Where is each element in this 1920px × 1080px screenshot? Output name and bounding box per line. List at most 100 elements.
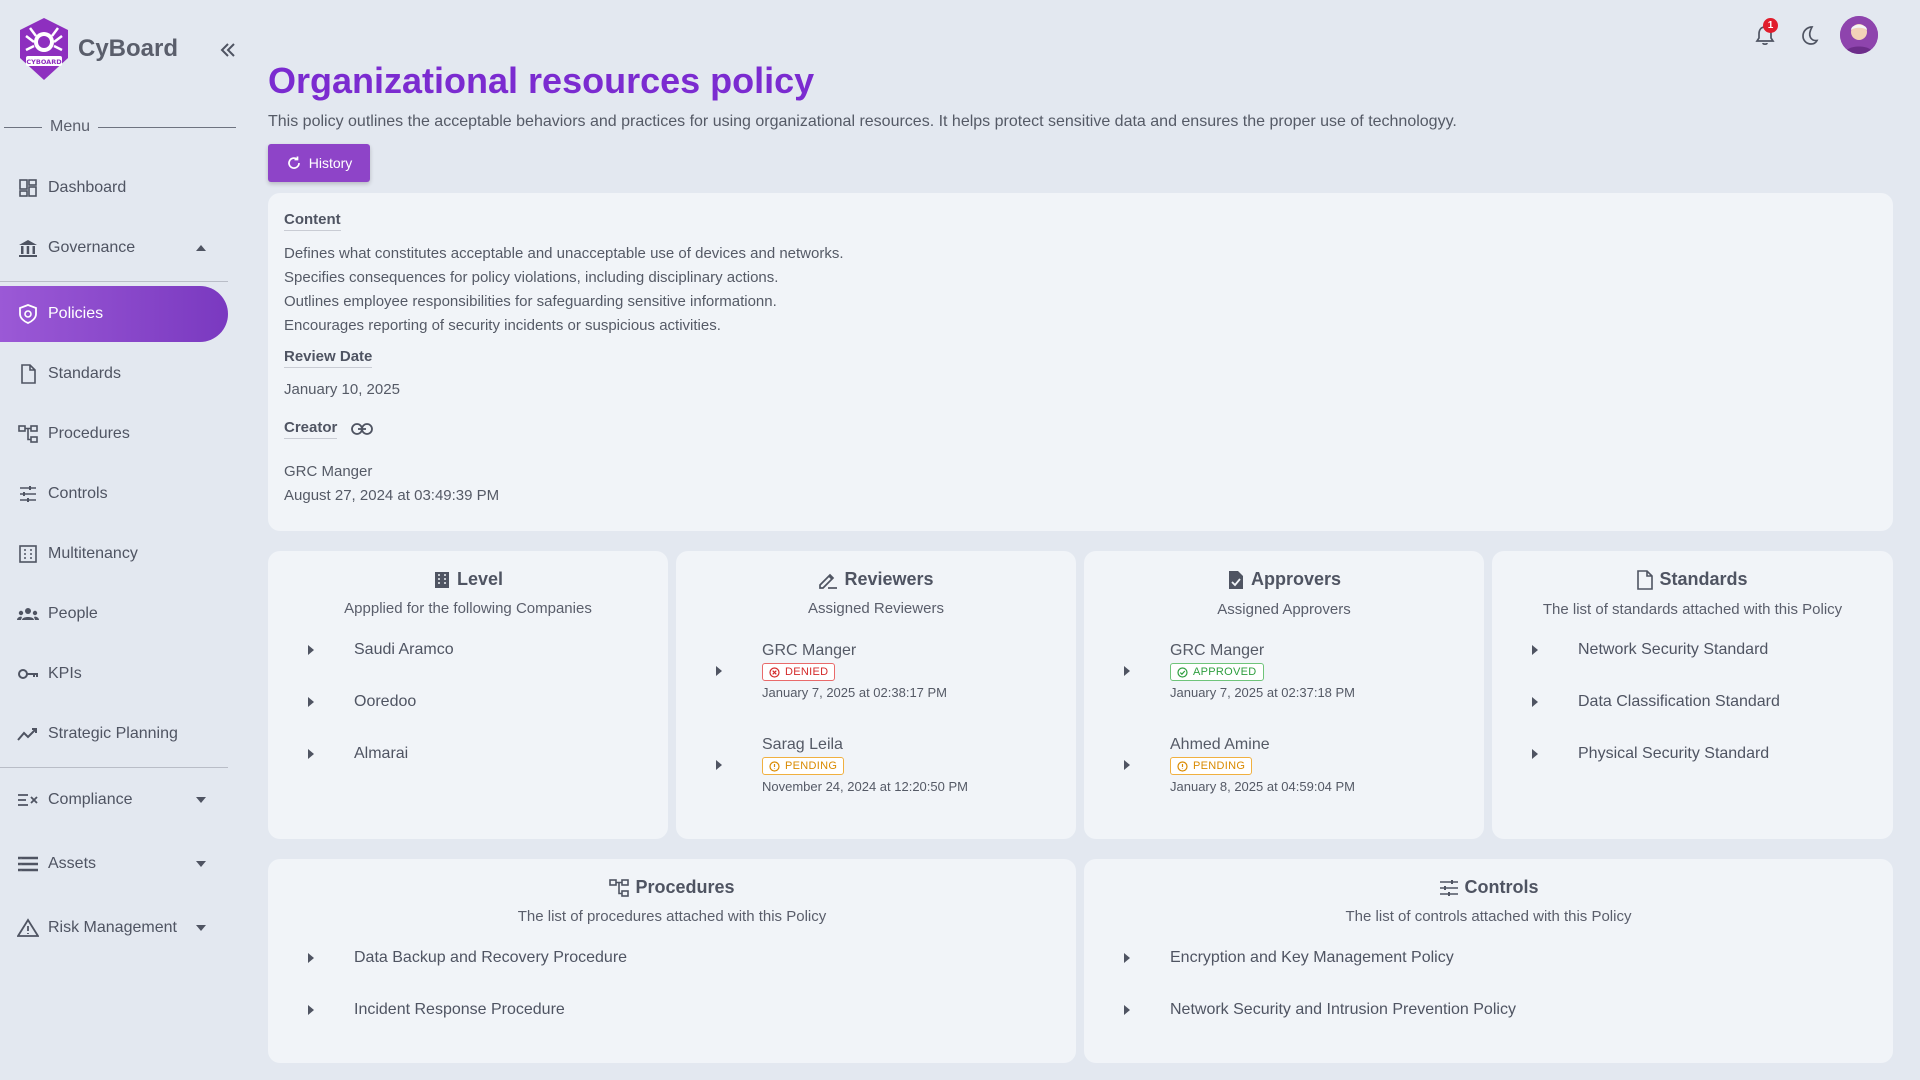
list-item[interactable]: Almarai (308, 745, 408, 763)
notifications-button[interactable]: 1 (1748, 18, 1782, 52)
tree-icon (16, 422, 40, 446)
reviewer-row[interactable]: GRC Manger DENIED January 7, 2025 at 02:… (716, 642, 947, 700)
sidebar-item-label: KPIs (48, 665, 82, 682)
sidebar-item-label: Compliance (48, 791, 133, 808)
list-item[interactable]: Incident Response Procedure (308, 1001, 565, 1019)
people-icon (16, 602, 40, 626)
status-badge: PENDING (1170, 757, 1253, 775)
collapse-sidebar-button[interactable] (216, 38, 240, 62)
sidebar-item-label: Governance (48, 239, 136, 256)
double-chevron-left-icon (220, 43, 235, 57)
reviewers-title: Reviewers (818, 569, 934, 590)
caret-right-icon (308, 697, 314, 707)
status-badge: APPROVED (1170, 663, 1264, 681)
pen-icon (819, 573, 838, 589)
level-subtitle: Appplied for the following Companies (344, 599, 592, 617)
sidebar-item-dashboard[interactable]: Dashboard (0, 160, 228, 216)
brand-name: CyBoard (78, 35, 179, 62)
menu-divider: Menu (4, 118, 236, 136)
list-item[interactable]: Ooredoo (308, 693, 416, 711)
sidebar-item-assets[interactable]: Assets (0, 836, 228, 892)
approver-row[interactable]: Ahmed Amine PENDING January 8, 2025 at 0… (1124, 736, 1355, 794)
sidebar-item-strategic-planning[interactable]: Strategic Planning (0, 706, 228, 762)
list-item[interactable]: Data Classification Standard (1532, 693, 1780, 711)
avatar[interactable] (1840, 16, 1878, 54)
checklist-icon (16, 788, 40, 812)
sidebar-item-compliance[interactable]: Compliance (0, 772, 228, 828)
caret-right-icon (716, 759, 722, 770)
creator-name: GRC Manger (284, 463, 373, 480)
controls-card: Controls The list of controls attached w… (1084, 859, 1893, 1063)
sidebar: CYBOARD CyBoard Menu Dashboard Governanc… (0, 0, 238, 1080)
sidebar-item-multitenancy[interactable]: Multitenancy (0, 526, 228, 582)
sidebar-item-governance[interactable]: Governance (0, 220, 228, 276)
history-button[interactable]: History (268, 144, 370, 182)
history-icon (287, 156, 300, 169)
bank-icon (16, 236, 40, 260)
approver-date: January 7, 2025 at 02:37:18 PM (1170, 684, 1356, 700)
divider (0, 767, 228, 768)
standards-title: Standards (1637, 569, 1748, 590)
caret-right-icon (308, 1005, 314, 1015)
sidebar-item-label: Standards (48, 365, 121, 382)
caret-right-icon (1532, 749, 1538, 759)
reviewer-row[interactable]: Sarag Leila PENDING November 24, 2024 at… (716, 736, 968, 794)
sidebar-item-standards[interactable]: Standards (0, 346, 228, 402)
approver-name: Ahmed Amine (1170, 736, 1270, 753)
history-button-label: History (308, 155, 353, 171)
level-title: Level (433, 569, 503, 590)
content-label: Content (284, 211, 341, 231)
warning-icon (16, 916, 40, 940)
page-description: This policy outlines the acceptable beha… (268, 113, 1457, 130)
reviewers-card: Reviewers Assigned Reviewers GRC Manger … (676, 551, 1076, 839)
sidebar-item-controls[interactable]: Controls (0, 466, 228, 522)
check-circle-icon (1177, 666, 1188, 678)
x-circle-icon (769, 666, 780, 678)
list-item[interactable]: Physical Security Standard (1532, 745, 1769, 763)
approver-date: January 8, 2025 at 04:59:04 PM (1170, 778, 1356, 794)
approvers-subtitle: Assigned Approvers (1217, 600, 1351, 618)
list-item[interactable]: Saudi Aramco (308, 641, 454, 659)
sidebar-item-risk-management[interactable]: Risk Management (0, 900, 228, 956)
building-icon (16, 542, 40, 566)
building-icon (434, 571, 449, 588)
list-icon (16, 852, 40, 876)
list-item[interactable]: Network Security Standard (1532, 641, 1768, 659)
sidebar-item-kpis[interactable]: KPIs (0, 646, 228, 702)
approver-row[interactable]: GRC Manger APPROVED January 7, 2025 at 0… (1124, 642, 1355, 700)
content-line: Outlines employee responsibilities for s… (284, 293, 777, 310)
list-item[interactable]: Network Security and Intrusion Preventio… (1124, 1001, 1516, 1019)
cyboard-logo: CYBOARD (20, 18, 68, 80)
standards-card: Standards The list of standards attached… (1492, 551, 1893, 839)
review-date-label: Review Date (284, 348, 373, 368)
content-line: Specifies consequences for policy violat… (284, 269, 779, 286)
sidebar-item-label: People (48, 605, 98, 622)
brand[interactable]: CYBOARD CyBoard (16, 16, 178, 82)
sidebar-item-people[interactable]: People (0, 586, 228, 642)
sidebar-item-procedures[interactable]: Procedures (0, 406, 228, 462)
page-title: Organizational resources policy (268, 60, 815, 101)
link-icon[interactable] (351, 422, 374, 436)
caret-right-icon (1124, 759, 1130, 770)
list-item[interactable]: Data Backup and Recovery Procedure (308, 949, 627, 967)
menu-label: Menu (50, 118, 91, 135)
sidebar-item-label: Strategic Planning (48, 725, 178, 742)
creator-label: Creator (284, 419, 338, 439)
svg-text:CYBOARD: CYBOARD (26, 58, 62, 66)
caret-right-icon (308, 645, 314, 655)
dashboard-icon (16, 176, 40, 200)
sidebar-item-label: Controls (48, 485, 108, 502)
caret-right-icon (1532, 697, 1538, 707)
key-icon (16, 662, 40, 686)
reviewers-subtitle: Assigned Reviewers (808, 599, 944, 617)
list-item[interactable]: Encryption and Key Management Policy (1124, 949, 1454, 967)
dark-mode-toggle[interactable] (1792, 18, 1826, 52)
procedures-subtitle: The list of procedures attached with thi… (517, 907, 827, 925)
sidebar-item-label: Procedures (48, 425, 130, 442)
tree-icon (609, 878, 630, 897)
sidebar-item-policies[interactable]: Policies (0, 286, 228, 342)
status-badge: DENIED (762, 663, 836, 681)
caret-right-icon (1124, 953, 1130, 963)
content-line: Defines what constitutes acceptable and … (284, 245, 844, 262)
reviewer-date: January 7, 2025 at 02:38:17 PM (762, 684, 948, 700)
